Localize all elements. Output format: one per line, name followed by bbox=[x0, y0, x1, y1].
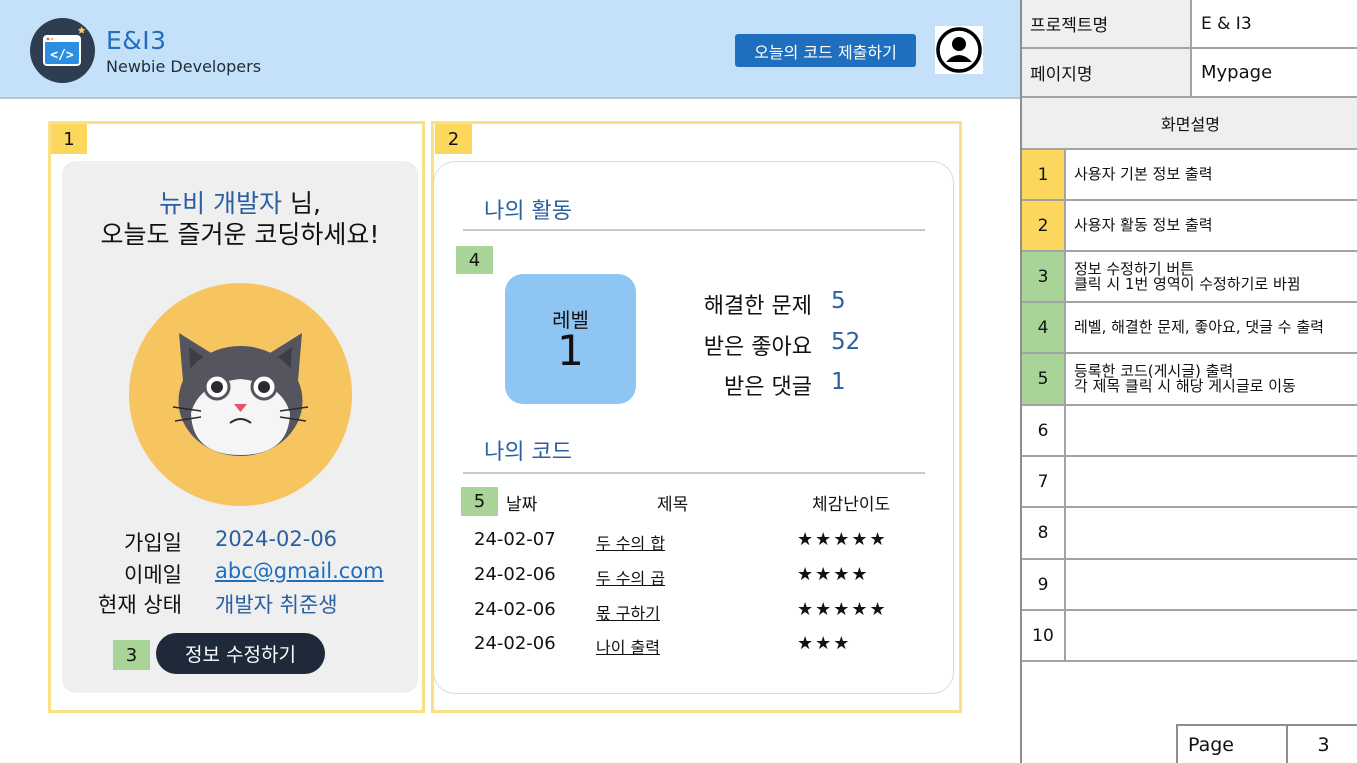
email-label: 이메일 bbox=[124, 563, 182, 587]
spec-row-number: 2 bbox=[1022, 201, 1064, 252]
annotation-badge-1: 1 bbox=[51, 124, 87, 154]
code-row-date: 24-02-06 bbox=[474, 564, 556, 585]
spec-row-number: 7 bbox=[1022, 457, 1064, 508]
spec-row-line: 각 제목 클릭 시 해당 게시글로 이동 bbox=[1074, 377, 1296, 395]
difficulty-stars: ★★★★ bbox=[797, 564, 870, 585]
level-box: 레벨 1 bbox=[505, 274, 636, 404]
spec-row-description: 등록한 코드(게시글) 출력 각 제목 클릭 시 해당 게시글로 이동 bbox=[1064, 354, 1357, 406]
submit-today-code-button[interactable]: 오늘의 코드 제출하기 bbox=[735, 34, 916, 67]
code-row-date: 24-02-07 bbox=[474, 529, 556, 550]
greeting-suffix: 님, bbox=[282, 189, 321, 218]
page-name-label: 페이지명 bbox=[1022, 49, 1191, 98]
cat-avatar-icon bbox=[172, 333, 309, 456]
activity-divider bbox=[463, 229, 925, 231]
spec-row-description: 사용자 활동 정보 출력 bbox=[1064, 201, 1357, 252]
spec-row-number: 8 bbox=[1022, 508, 1064, 560]
code-row-title-link[interactable]: 몫 구하기 bbox=[596, 600, 660, 624]
activity-section-title: 나의 활동 bbox=[484, 199, 572, 224]
spec-row-description bbox=[1064, 406, 1357, 457]
solved-problems-value: 5 bbox=[831, 288, 846, 314]
spec-row-description bbox=[1064, 508, 1357, 560]
app-header: </> E&I3 Newbie Developers 오늘의 코드 제출하기 bbox=[0, 0, 1020, 99]
brand-name: E&I3 bbox=[106, 26, 167, 55]
level-value: 1 bbox=[557, 326, 584, 375]
code-row-date: 24-02-06 bbox=[474, 633, 556, 654]
avatar bbox=[129, 283, 352, 506]
spec-row-description bbox=[1064, 560, 1357, 611]
join-date-value: 2024-02-06 bbox=[215, 527, 338, 551]
code-row-title-link[interactable]: 두 수의 합 bbox=[596, 530, 665, 554]
spec-row-number: 10 bbox=[1022, 611, 1064, 662]
project-name-label: 프로젝트명 bbox=[1022, 0, 1191, 49]
annotation-badge-5: 5 bbox=[461, 487, 498, 516]
table-divider bbox=[1190, 0, 1192, 98]
spec-row-description bbox=[1064, 611, 1357, 662]
page-number: 3 bbox=[1286, 724, 1357, 763]
svg-text:</>: </> bbox=[50, 48, 74, 63]
code-row-title-link[interactable]: 나이 출력 bbox=[596, 634, 660, 658]
email-link[interactable]: abc@gmail.com bbox=[215, 559, 384, 583]
annotation-badge-3: 3 bbox=[113, 640, 150, 670]
spec-row-number: 5 bbox=[1022, 354, 1064, 406]
code-divider bbox=[463, 472, 925, 474]
difficulty-stars: ★★★★★ bbox=[797, 599, 888, 620]
received-likes-value: 52 bbox=[831, 329, 861, 355]
logo-code-icon[interactable]: </> bbox=[30, 18, 95, 83]
spec-row-description: 레벨, 해결한 문제, 좋아요, 댓글 수 출력 bbox=[1064, 303, 1357, 354]
spec-row-description: 정보 수정하기 버튼 클릭 시 1번 영역이 수정하기로 바뀜 bbox=[1064, 252, 1357, 303]
solved-problems-label: 해결한 문제 bbox=[703, 294, 812, 319]
column-header-title: 제목 bbox=[657, 495, 689, 515]
code-section-title: 나의 코드 bbox=[484, 440, 572, 465]
page-label: Page bbox=[1176, 724, 1286, 763]
status-label: 현재 상태 bbox=[98, 593, 182, 617]
annotation-badge-2: 2 bbox=[435, 124, 472, 154]
received-comments-value: 1 bbox=[831, 369, 846, 395]
column-header-date: 날짜 bbox=[506, 495, 538, 515]
spec-row-description: 사용자 기본 정보 출력 bbox=[1064, 150, 1357, 201]
page-name-value: Mypage bbox=[1191, 49, 1357, 98]
spec-row-number: 4 bbox=[1022, 303, 1064, 354]
spec-row-number: 1 bbox=[1022, 150, 1064, 201]
brand-subtitle: Newbie Developers bbox=[106, 57, 262, 76]
difficulty-stars: ★★★ bbox=[797, 633, 852, 654]
table-divider bbox=[1064, 150, 1066, 662]
spec-sidebar: 프로젝트명 E & I3 페이지명 Mypage 화면설명 1 사용자 기본 정… bbox=[1020, 0, 1357, 763]
greeting-text: 뉴비 개발자 님, 오늘도 즐거운 코딩하세요! bbox=[62, 188, 418, 250]
greeting-user-name: 뉴비 개발자 bbox=[159, 189, 283, 218]
edit-profile-button[interactable]: 정보 수정하기 bbox=[156, 633, 325, 674]
spec-row-line: 클릭 시 1번 영역이 수정하기로 바뀜 bbox=[1074, 274, 1301, 293]
code-row-date: 24-02-06 bbox=[474, 599, 556, 620]
spec-row-description bbox=[1064, 457, 1357, 508]
user-profile-icon[interactable] bbox=[935, 26, 983, 74]
received-likes-label: 받은 좋아요 bbox=[703, 335, 812, 360]
spec-row-number: 6 bbox=[1022, 406, 1064, 457]
received-comments-label: 받은 댓글 bbox=[724, 375, 812, 400]
annotation-badge-4: 4 bbox=[456, 246, 493, 274]
join-date-label: 가입일 bbox=[124, 531, 182, 555]
project-name-value: E & I3 bbox=[1191, 0, 1357, 49]
screen-description-header: 화면설명 bbox=[1022, 98, 1357, 150]
difficulty-stars: ★★★★★ bbox=[797, 529, 888, 550]
status-value: 개발자 취준생 bbox=[215, 593, 338, 617]
spec-row-number: 9 bbox=[1022, 560, 1064, 611]
spec-row-number: 3 bbox=[1022, 252, 1064, 303]
code-row-title-link[interactable]: 두 수의 곱 bbox=[596, 565, 665, 589]
column-header-difficulty: 체감난이도 bbox=[812, 495, 891, 515]
greeting-message: 오늘도 즐거운 코딩하세요! bbox=[100, 220, 380, 249]
